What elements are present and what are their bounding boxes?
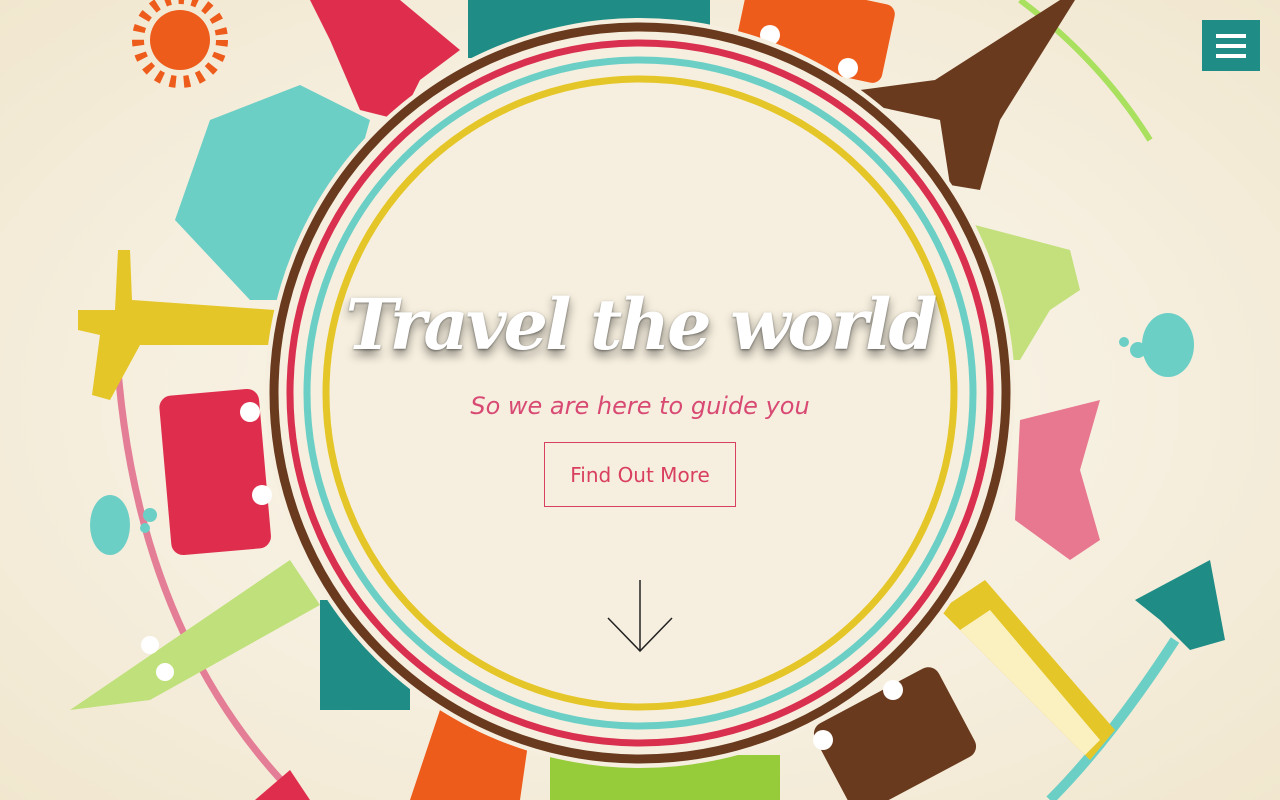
sun-icon bbox=[132, 0, 228, 88]
teal-cloud-icon bbox=[1119, 313, 1194, 377]
hero-subtitle: So we are here to guide you bbox=[470, 392, 810, 420]
red-bus-icon bbox=[159, 388, 272, 556]
hamburger-menu-icon-bar-3 bbox=[1216, 53, 1246, 58]
hamburger-menu-icon bbox=[1216, 33, 1246, 38]
hamburger-menu-button[interactable] bbox=[1202, 20, 1260, 71]
arrow-down-icon[interactable] bbox=[606, 580, 674, 654]
find-out-more-button[interactable]: Find Out More bbox=[544, 442, 736, 507]
sydney-opera-icon bbox=[1015, 400, 1100, 560]
hero-section: Travel the world So we are here to guide… bbox=[0, 0, 1280, 800]
hero-title: Travel the world bbox=[345, 283, 938, 366]
teal-plane-icon bbox=[1135, 560, 1225, 650]
hero-content: Travel the world So we are here to guide… bbox=[340, 280, 940, 507]
pink-plane-icon bbox=[255, 770, 310, 800]
big-ben-icon bbox=[70, 560, 320, 710]
hamburger-menu-icon-bar-2 bbox=[1216, 43, 1246, 48]
